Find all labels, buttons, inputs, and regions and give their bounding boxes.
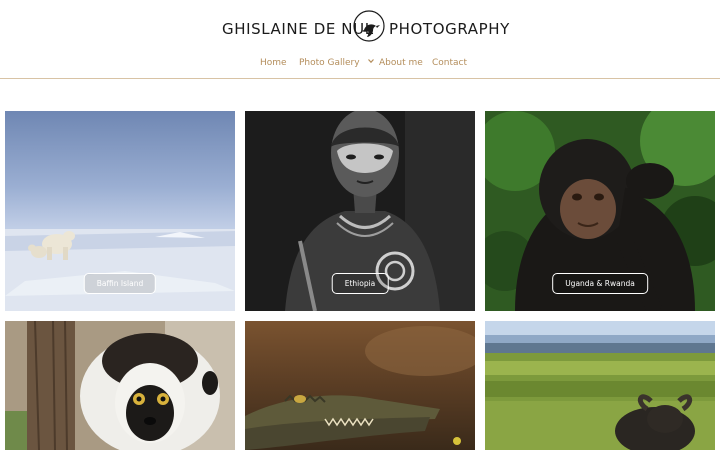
gallery-tile-lemur[interactable]: [5, 321, 235, 450]
gallery-tile-ethiopia[interactable]: Ethiopia: [245, 111, 475, 311]
buffalo-savanna-photo: [485, 321, 715, 450]
brand-name-right: PHOTOGRAPHY: [389, 20, 510, 38]
site-header: GHISLAINE DE NUL PHOTOGRAPHY Home Photo …: [0, 0, 720, 79]
brand-name-left: GHISLAINE DE NUL: [222, 20, 374, 38]
nav-item-photo-gallery[interactable]: Photo Gallery: [299, 57, 375, 68]
gallery-tile-uganda-rwanda[interactable]: Uganda & Rwanda: [485, 111, 715, 311]
tile-label-ethiopia: Ethiopia: [331, 273, 389, 294]
main-nav: Home Photo Gallery About me Contact: [0, 58, 720, 74]
nav-item-about[interactable]: About me: [379, 58, 423, 68]
bird-in-circle-icon: [352, 10, 388, 44]
nav-item-home[interactable]: Home: [260, 58, 287, 68]
header-divider: [0, 78, 720, 79]
tile-label-baffin-island: Baffin Island: [83, 273, 157, 294]
gallery-tile-crocodile[interactable]: [245, 321, 475, 450]
sifaka-lemur-photo: [5, 321, 235, 450]
site-logo[interactable]: GHISLAINE DE NUL PHOTOGRAPHY: [222, 10, 509, 44]
nav-item-contact[interactable]: Contact: [432, 58, 467, 68]
tile-label-uganda-rwanda: Uganda & Rwanda: [552, 273, 648, 294]
chevron-down-icon: [368, 57, 375, 64]
gallery-tile-buffalo[interactable]: [485, 321, 715, 450]
crocodile-photo: [245, 321, 475, 450]
nav-item-photo-gallery-label: Photo Gallery: [299, 58, 360, 68]
gallery-tile-baffin-island[interactable]: Baffin Island: [5, 111, 235, 311]
